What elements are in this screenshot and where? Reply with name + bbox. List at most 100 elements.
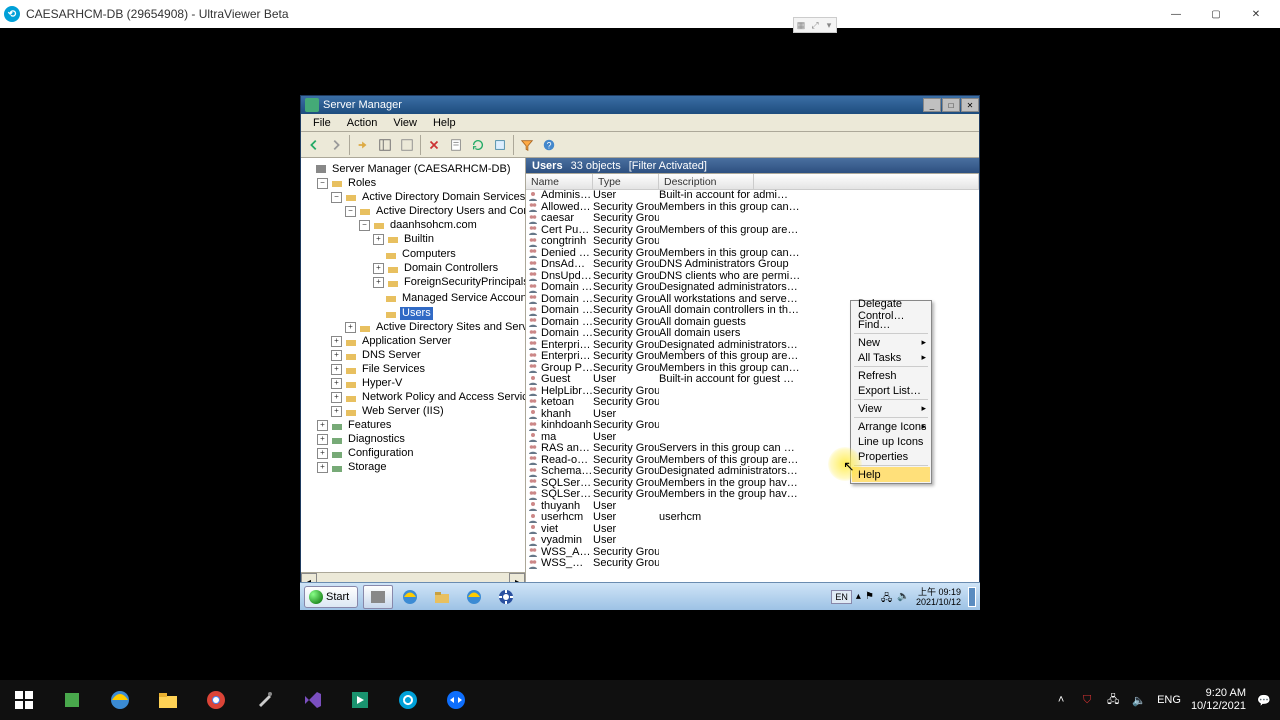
tree-pane[interactable]: Server Manager (CAESARHCM-DB) −Roles −Ac… xyxy=(301,158,526,588)
ctx-properties[interactable]: Properties xyxy=(852,449,930,464)
sm-titlebar[interactable]: Server Manager _ □ ✕ xyxy=(301,96,979,114)
tree-toggle[interactable]: − xyxy=(331,192,342,203)
delete-button[interactable] xyxy=(423,134,445,156)
local-start-button[interactable] xyxy=(0,680,48,720)
tray-sound-icon[interactable]: 🔈 xyxy=(897,591,909,603)
tree-appserver[interactable]: Application Server xyxy=(360,335,453,348)
tray-flag-icon[interactable]: ⚑ xyxy=(865,591,877,603)
local-lang[interactable]: ENG xyxy=(1157,694,1181,706)
list-item[interactable]: SQLServerM…Security Group …Members in th… xyxy=(526,489,979,501)
tree-domain[interactable]: daanhsohcm.com xyxy=(388,219,479,232)
tray-up-icon[interactable]: ▴ xyxy=(856,591,861,602)
expand-icon[interactable]: ⤢ xyxy=(808,18,822,32)
tree-toggle[interactable]: + xyxy=(331,378,342,389)
tray-shield-icon[interactable]: ⛉ xyxy=(1079,692,1095,708)
taskbar-vs[interactable] xyxy=(288,680,336,720)
ctx-arrange[interactable]: Arrange Icons xyxy=(852,419,930,434)
tree-adss[interactable]: Active Directory Sites and Services xyxy=(374,321,526,334)
tree-adds[interactable]: Active Directory Domain Services xyxy=(360,191,526,204)
tree-toggle[interactable]: + xyxy=(331,364,342,375)
tree-toggle[interactable]: + xyxy=(317,462,328,473)
tree-users[interactable]: Users xyxy=(400,307,433,320)
tree-toggle[interactable]: + xyxy=(317,434,328,445)
taskbar-people[interactable] xyxy=(48,680,96,720)
ctx-alltasks[interactable]: All Tasks xyxy=(852,350,930,365)
list-item[interactable]: vyadminUser xyxy=(526,535,979,547)
menu-file[interactable]: File xyxy=(305,117,339,129)
remote-clock[interactable]: 上午 09:19 2021/10/12 xyxy=(913,587,964,607)
tree-toggle[interactable]: + xyxy=(317,420,328,431)
menu-help[interactable]: Help xyxy=(425,117,464,129)
refresh-button[interactable] xyxy=(467,134,489,156)
tree-builtin[interactable]: Builtin xyxy=(402,233,436,246)
ctx-lineup[interactable]: Line up Icons xyxy=(852,434,930,449)
tree-toggle[interactable]: − xyxy=(359,220,370,231)
taskbar-ie[interactable] xyxy=(395,585,425,609)
list-item[interactable]: Denied ROD…Security Group …Members in th… xyxy=(526,248,979,260)
properties-button[interactable] xyxy=(445,134,467,156)
list-item[interactable]: WSS_WPGSecurity Group … xyxy=(526,558,979,570)
ctx-view[interactable]: View xyxy=(852,401,930,416)
sm-close-button[interactable]: ✕ xyxy=(961,98,979,112)
taskbar-ie2[interactable] xyxy=(459,585,489,609)
ctx-refresh[interactable]: Refresh xyxy=(852,368,930,383)
export-button[interactable] xyxy=(489,134,511,156)
tree-computers[interactable]: Computers xyxy=(400,248,458,261)
help-button[interactable]: ? xyxy=(538,134,560,156)
local-clock[interactable]: 9:20 AM 10/12/2021 xyxy=(1191,687,1246,713)
sm-minimize-button[interactable]: _ xyxy=(923,98,941,112)
remote-toolbar[interactable]: ▦ ⤢ ▾ xyxy=(793,17,837,33)
list-item[interactable]: vietUser xyxy=(526,524,979,536)
list-item[interactable]: congtrinhSecurity Group … xyxy=(526,236,979,248)
taskbar-run[interactable] xyxy=(336,680,384,720)
tree-toggle[interactable]: + xyxy=(373,234,384,245)
tree-hyperv[interactable]: Hyper-V xyxy=(360,377,404,390)
list-item[interactable]: AdministratorUserBuilt-in account for ad… xyxy=(526,190,979,202)
taskbar-explorer[interactable] xyxy=(427,585,457,609)
tree-storage[interactable]: Storage xyxy=(346,461,389,474)
dropdown-icon[interactable]: ▾ xyxy=(822,18,836,32)
notifications-icon[interactable]: 💬 xyxy=(1256,692,1272,708)
taskbar-app[interactable] xyxy=(491,585,521,609)
tree-features[interactable]: Features xyxy=(346,419,393,432)
up-button[interactable] xyxy=(352,134,374,156)
tray-network-icon[interactable]: 🖧 xyxy=(881,591,893,603)
tree-iis[interactable]: Web Server (IIS) xyxy=(360,405,446,418)
taskbar-ultraviewer[interactable] xyxy=(384,680,432,720)
ctx-find[interactable]: Find… xyxy=(852,317,930,332)
remote-lang[interactable]: EN xyxy=(831,590,852,604)
tree-fsp[interactable]: ForeignSecurityPrincipals xyxy=(402,276,526,289)
minimize-button[interactable]: — xyxy=(1156,0,1196,28)
tray-network-icon[interactable]: 🖧 xyxy=(1105,692,1121,708)
col-desc[interactable]: Description xyxy=(659,174,754,189)
tree-dc[interactable]: Domain Controllers xyxy=(402,262,500,275)
sm-maximize-button[interactable]: □ xyxy=(942,98,960,112)
list-item[interactable]: Domain AdminsSecurity Group …Designated … xyxy=(526,282,979,294)
list-item[interactable]: Cert PublishersSecurity Group …Members o… xyxy=(526,225,979,237)
maximize-button[interactable]: ▢ xyxy=(1196,0,1236,28)
taskbar-file-explorer[interactable] xyxy=(144,680,192,720)
tray-sound-icon[interactable]: 🔈 xyxy=(1131,692,1147,708)
tree-dns[interactable]: DNS Server xyxy=(360,349,423,362)
tree-fileservices[interactable]: File Services xyxy=(360,363,427,376)
ctx-export[interactable]: Export List… xyxy=(852,383,930,398)
tree-configuration[interactable]: Configuration xyxy=(346,447,415,460)
list-item[interactable]: userhcmUseruserhcm xyxy=(526,512,979,524)
list-item[interactable]: WSS_ADMIN…Security Group … xyxy=(526,547,979,559)
taskbar-tool[interactable] xyxy=(240,680,288,720)
list-item[interactable]: DnsAdminsSecurity Group …DNS Administrat… xyxy=(526,259,979,271)
col-type[interactable]: Type xyxy=(593,174,659,189)
col-name[interactable]: Name xyxy=(526,174,593,189)
tray-showdesktop[interactable] xyxy=(968,587,976,607)
tree-aduc[interactable]: Active Directory Users and Computers [ C… xyxy=(374,205,526,218)
menu-action[interactable]: Action xyxy=(339,117,386,129)
ctx-help[interactable]: Help xyxy=(852,467,930,482)
tree-diagnostics[interactable]: Diagnostics xyxy=(346,433,407,446)
taskbar-teamviewer[interactable] xyxy=(432,680,480,720)
tree-toggle[interactable]: + xyxy=(331,406,342,417)
nav-forward-button[interactable] xyxy=(325,134,347,156)
taskbar-servermanager[interactable] xyxy=(363,585,393,609)
list-item[interactable]: Allowed ROD…Security Group …Members in t… xyxy=(526,202,979,214)
tree-toggle[interactable]: − xyxy=(317,178,328,189)
tree-toggle[interactable]: + xyxy=(331,350,342,361)
